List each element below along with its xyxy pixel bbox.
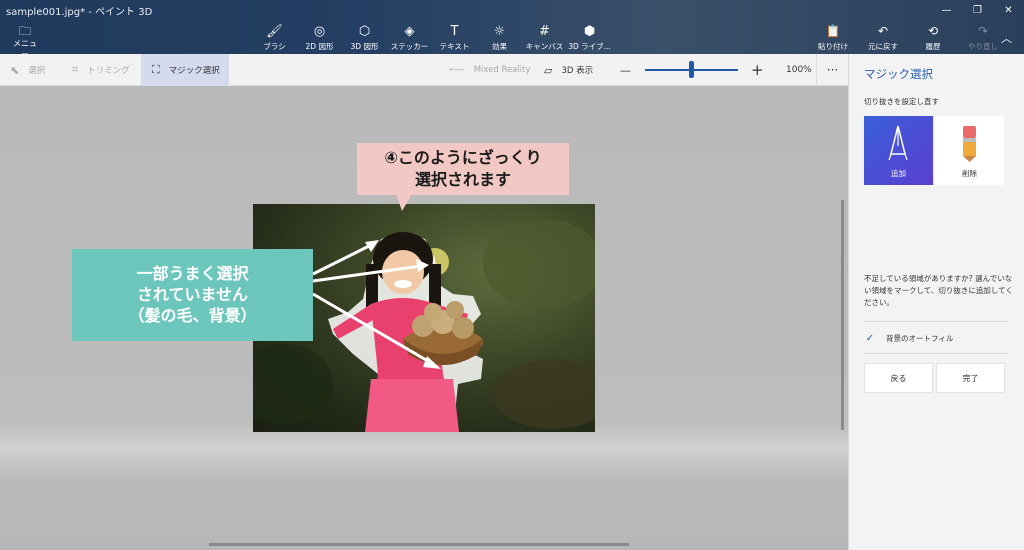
- remove-mode-label: 削除: [962, 169, 977, 178]
- tool-brush[interactable]: 🖌 ブラシ: [252, 24, 297, 52]
- minimize-button[interactable]: —: [931, 0, 962, 20]
- annotation-callout-teal: 一部うまく選択 されていません （髪の毛、背景）: [72, 249, 313, 341]
- remove-mode-button[interactable]: 削除: [935, 116, 1004, 185]
- panel-title: マジック選択: [864, 67, 933, 81]
- tool-label: 元に戻す: [868, 42, 898, 51]
- divider: [864, 353, 1009, 354]
- zoom-level: 100%: [786, 65, 812, 75]
- horizontal-scrollbar[interactable]: [209, 543, 629, 546]
- tool-label: 効果: [492, 42, 507, 51]
- done-button[interactable]: 完了: [936, 363, 1005, 393]
- callout-line: 選択されます: [414, 170, 511, 189]
- undo-button[interactable]: ↶ 元に戻す: [858, 24, 908, 52]
- history-button[interactable]: ⟲ 履歴: [908, 24, 958, 52]
- 2d-shapes-icon: ◎: [313, 24, 326, 39]
- mixed-reality-label: Mixed Reality: [473, 65, 531, 75]
- cursor-icon: ⬉: [10, 63, 20, 77]
- text-icon: T: [450, 24, 459, 39]
- tool-text[interactable]: T テキスト: [432, 24, 477, 52]
- panel-help-text: 不足している領域がありますか? 選んでいない領域をマークして、切り抜きに追加して…: [864, 274, 1013, 307]
- autofill-label: 背景のオートフィル: [886, 333, 954, 343]
- checkmark-icon: ✓: [865, 332, 875, 344]
- chevron-up-icon[interactable]: ︿: [1001, 30, 1012, 46]
- window-title: sample001.jpg* - ペイント 3D: [6, 7, 153, 18]
- title-toolbar: sample001.jpg* - ペイント 3D — ❐ ✕ 🗀 メニュー 🖌 …: [0, 0, 1024, 59]
- folder-icon: 🗀: [18, 24, 31, 38]
- tool-label: テキスト: [439, 42, 470, 51]
- autofill-checkbox[interactable]: ✓ 背景のオートフィル: [864, 332, 954, 344]
- callout-line: 一部うまく選択: [136, 264, 249, 283]
- pen-add-icon: [888, 125, 908, 161]
- maximize-button[interactable]: ❐: [962, 0, 993, 20]
- tool-label: 履歴: [925, 42, 941, 51]
- effects-icon: ☼: [493, 24, 506, 39]
- tool-label: 2D 図形: [305, 42, 334, 51]
- select-tool[interactable]: ⬉ 選択: [0, 54, 62, 86]
- history-toolbar: 📋 貼り付け ↶ 元に戻す ⟲ 履歴 ↷ やり直し: [808, 24, 1008, 52]
- select-label: 選択: [28, 66, 46, 76]
- vertical-scrollbar[interactable]: [841, 200, 844, 430]
- annotation-callout-pink: ④このようにざっくり 選択されます: [357, 143, 569, 195]
- paste-button[interactable]: 📋 貼り付け: [808, 24, 858, 52]
- eraser-icon: [963, 126, 976, 162]
- tool-label: ステッカー: [390, 42, 429, 51]
- zoom-slider-thumb[interactable]: [689, 61, 694, 78]
- brush-icon: 🖌: [266, 24, 283, 39]
- more-options-button[interactable]: ···: [816, 54, 848, 86]
- mixed-reality-button[interactable]: ⬳ Mixed Reality: [449, 54, 531, 86]
- callout-line: されていません: [136, 285, 249, 304]
- history-icon: ⟲: [927, 24, 939, 38]
- zoom-in-button[interactable]: +: [751, 54, 764, 86]
- trim-tool[interactable]: ⌗ トリミング: [72, 54, 140, 86]
- magic-select-panel: マジック選択 切り抜きを設定し直す 追加 削除 不足している領域がありますか? …: [848, 54, 1024, 550]
- tool-stickers[interactable]: ◈ ステッカー: [387, 24, 432, 52]
- callout-line: （髪の毛、背景）: [128, 306, 257, 325]
- 3d-shapes-icon: ⬡: [358, 24, 371, 39]
- window-controls: — ❐ ✕: [931, 0, 1024, 20]
- tool-canvas[interactable]: # キャンバス: [522, 24, 567, 52]
- tool-label: キャンバス: [525, 42, 564, 51]
- tool-effects[interactable]: ☼ 効果: [477, 24, 522, 52]
- tool-label: ブラシ: [263, 42, 286, 51]
- magic-select-tool[interactable]: ⛶ マジック選択: [141, 54, 229, 86]
- zoom-out-button[interactable]: —: [620, 54, 631, 86]
- add-mode-button[interactable]: 追加: [864, 116, 933, 185]
- tool-2d-shapes[interactable]: ◎ 2D 図形: [297, 24, 342, 52]
- trim-label: トリミング: [87, 66, 130, 76]
- paste-icon: 📋: [825, 24, 841, 38]
- tool-3d-shapes[interactable]: ⬡ 3D 図形: [342, 24, 387, 52]
- 3d-library-icon: ⬢: [583, 24, 596, 39]
- tool-label: 貼り付け: [818, 42, 848, 51]
- tool-label: 3D 図形: [350, 42, 379, 51]
- view-3d-icon: ▱: [544, 63, 553, 77]
- view-3d-button[interactable]: ▱ 3D 表示: [544, 54, 593, 86]
- main-toolbar: 🖌 ブラシ ◎ 2D 図形 ⬡ 3D 図形 ◈ ステッカー T テキスト ☼ 効…: [252, 24, 612, 52]
- divider: [864, 321, 1009, 322]
- magic-select-icon: ⛶: [152, 63, 160, 76]
- tool-3d-library[interactable]: ⬢ 3D ライブ...: [567, 24, 612, 52]
- panel-subtitle: 切り抜きを設定し直す: [864, 97, 939, 106]
- callout-tail: [396, 194, 412, 211]
- add-mode-label: 追加: [891, 169, 906, 178]
- sticker-icon: ◈: [404, 24, 415, 39]
- canvas-icon: #: [539, 24, 550, 39]
- view-3d-label: 3D 表示: [561, 66, 594, 76]
- callout-line: ④このようにざっくり: [384, 148, 542, 167]
- crop-icon: ⌗: [72, 63, 79, 76]
- magic-select-label: マジック選択: [168, 66, 220, 76]
- back-button[interactable]: 戻る: [864, 363, 933, 393]
- mixed-reality-icon: ⬳: [449, 63, 465, 76]
- undo-icon: ↶: [877, 24, 889, 38]
- tool-label: 3D ライブ...: [568, 42, 611, 51]
- close-button[interactable]: ✕: [993, 0, 1024, 20]
